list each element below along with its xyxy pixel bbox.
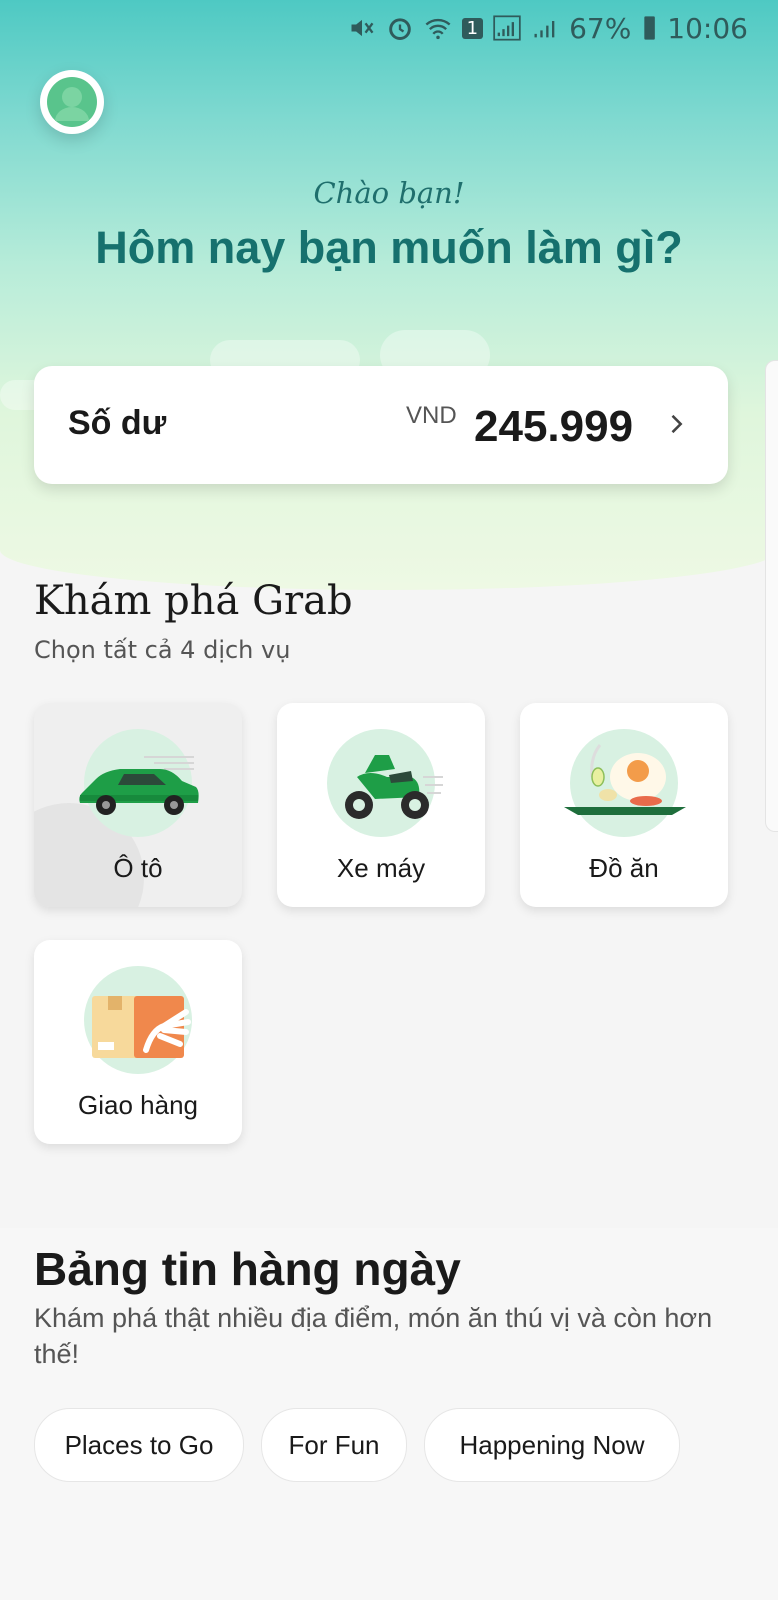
battery-icon (644, 16, 656, 40)
motorbike-icon (345, 755, 443, 819)
section-title-news: Bảng tin hàng ngày (34, 1243, 461, 1295)
battery-percent: 67% (569, 11, 632, 45)
service-label: Ô tô (113, 853, 163, 883)
service-tile-delivery[interactable]: Giao hàng (34, 940, 242, 1144)
wifi-icon (425, 18, 451, 40)
user-icon (47, 77, 97, 127)
balance-currency: VND (406, 402, 457, 429)
chip-for-fun[interactable]: For Fun (261, 1408, 407, 1482)
service-tile-food[interactable]: Đồ ăn (520, 703, 728, 907)
service-label: Giao hàng (78, 1090, 198, 1120)
service-tile-car[interactable]: Ô tô (34, 703, 242, 907)
chevron-right-icon (671, 414, 683, 434)
section-subtitle-news: Khám phá thật nhiều địa điểm, món ăn thú… (34, 1303, 713, 1369)
profile-avatar-button[interactable] (40, 70, 104, 134)
greeting-text: Chào bạn! (313, 176, 465, 210)
side-panel-edge[interactable] (765, 360, 778, 832)
sim-badge: 1 (461, 17, 484, 39)
section-subtitle-explore: Chọn tất cả 4 dịch vụ (34, 636, 291, 664)
delivery-icon (92, 996, 191, 1058)
signal-icon (534, 21, 555, 38)
hero-background (0, 0, 778, 590)
signal-icon (493, 15, 521, 41)
balance-label: Số dư (68, 404, 167, 442)
car-icon (79, 756, 199, 815)
chip-happening-now[interactable]: Happening Now (424, 1408, 680, 1482)
service-tile-motorbike[interactable]: Xe máy (277, 703, 485, 907)
alarm-icon (388, 18, 411, 40)
section-title-explore: Khám phá Grab (34, 578, 353, 624)
chip-places-to-go[interactable]: Places to Go (34, 1408, 244, 1482)
balance-card[interactable]: Số dư VND 245.999 (34, 366, 728, 484)
clock: 10:06 (667, 11, 748, 45)
food-icon (564, 744, 686, 815)
service-label: Đồ ăn (589, 853, 659, 883)
service-label: Xe máy (336, 853, 426, 883)
balance-amount: 245.999 (474, 402, 634, 451)
mute-icon (351, 19, 374, 37)
page-title: Hôm nay bạn muốn làm gì? (95, 222, 683, 273)
status-bar: 1 67% 10:06 (348, 8, 748, 48)
